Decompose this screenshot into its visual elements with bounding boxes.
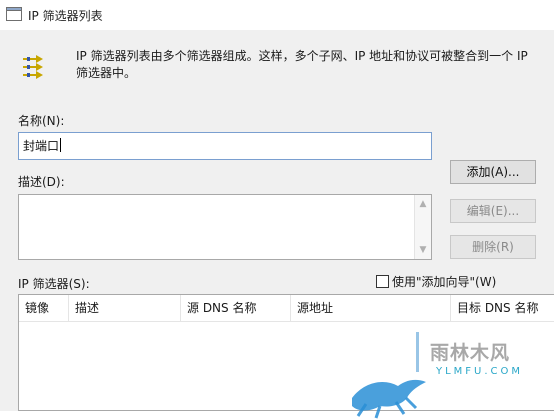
- add-wizard-checkbox[interactable]: 使用"添加向导"(W): [376, 273, 496, 290]
- ip-filters-label: IP 筛选器(S):: [18, 277, 90, 291]
- column-header-source-address[interactable]: 源地址: [291, 295, 451, 321]
- window-title: IP 筛选器列表: [28, 9, 103, 23]
- title-bar: IP 筛选器列表: [0, 0, 554, 30]
- scroll-up-icon[interactable]: ▲: [415, 199, 431, 209]
- name-input[interactable]: 封端口: [18, 132, 432, 160]
- description-scrollbar[interactable]: ▲ ▼: [414, 195, 431, 259]
- intro-text: IP 筛选器列表由多个筛选器组成。这样，多个子网、IP 地址和协议可被整合到一个…: [76, 49, 528, 80]
- delete-button[interactable]: 删除(R): [450, 235, 536, 259]
- checkbox-box[interactable]: [376, 275, 389, 288]
- description-label: 描述(D):: [18, 175, 65, 189]
- watermark-brand: 雨林木风: [430, 342, 511, 364]
- add-wizard-label: 使用"添加向导"(W): [392, 275, 497, 289]
- description-textarea[interactable]: ▲ ▼: [18, 194, 432, 260]
- window-icon: [6, 7, 22, 21]
- edit-button[interactable]: 编辑(E)...: [450, 199, 536, 223]
- column-header-description[interactable]: 描述: [69, 295, 181, 321]
- list-header: 镜像 描述 源 DNS 名称 源地址 目标 DNS 名称: [19, 295, 554, 322]
- column-header-mirror[interactable]: 镜像: [19, 295, 69, 321]
- filter-icon: [23, 55, 43, 79]
- add-button[interactable]: 添加(A)...: [450, 160, 536, 184]
- scroll-down-icon[interactable]: ▼: [415, 245, 431, 255]
- column-header-dest-dns[interactable]: 目标 DNS 名称: [451, 295, 554, 321]
- name-label: 名称(N):: [18, 114, 65, 128]
- name-value: 封端口: [23, 139, 60, 153]
- watermark-url: YLMFU.COM: [436, 366, 524, 377]
- column-header-source-dns[interactable]: 源 DNS 名称: [181, 295, 291, 321]
- text-caret: [60, 138, 62, 152]
